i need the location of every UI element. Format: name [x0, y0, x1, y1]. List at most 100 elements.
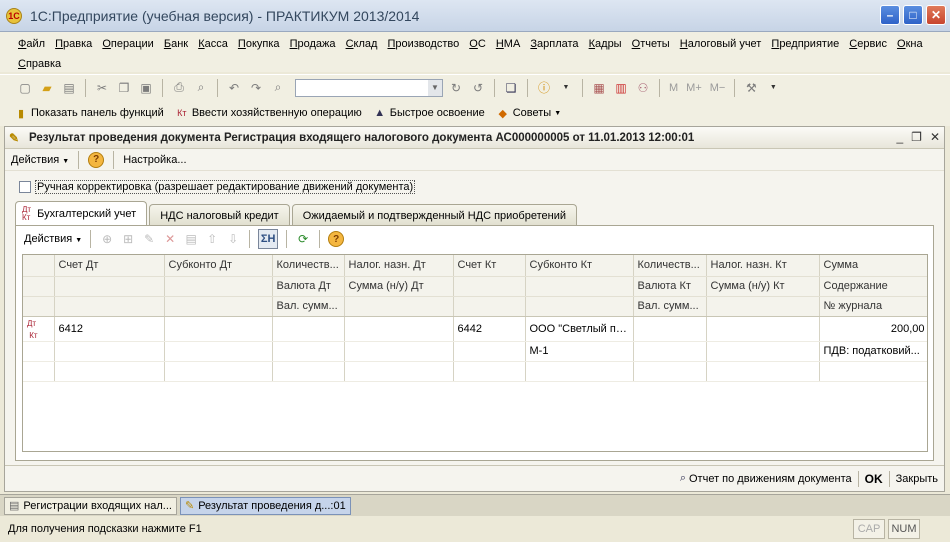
- grid-cell[interactable]: [54, 361, 165, 382]
- windows-icon[interactable]: ❏: [502, 79, 520, 97]
- menu-fixed-assets[interactable]: ОС: [469, 34, 486, 54]
- tax-amount-dt-cell[interactable]: [344, 341, 454, 362]
- menu-sales[interactable]: Продажа: [290, 34, 336, 54]
- header-cell[interactable]: Вал. сумм...: [633, 296, 707, 317]
- header-cell[interactable]: Сумма: [819, 255, 927, 277]
- table-row[interactable]: Дт Кт 6412 6442 ООО "Светлый пу... 200,0…: [23, 316, 927, 342]
- sum-toggle-button[interactable]: ΣН: [258, 229, 279, 249]
- open-folder-icon[interactable]: ▰: [38, 79, 56, 97]
- grid-cell[interactable]: [453, 341, 526, 362]
- grid-cell[interactable]: [344, 361, 454, 382]
- minimize-button[interactable]: –: [880, 5, 900, 25]
- tax-amount-kt-cell[interactable]: [706, 341, 820, 362]
- menu-intangibles[interactable]: НМА: [496, 34, 520, 54]
- amount-cell[interactable]: 200,00: [819, 316, 927, 342]
- close-window-button[interactable]: ✕: [926, 5, 946, 25]
- manual-correction-checkbox[interactable]: [19, 181, 31, 193]
- move-up-icon[interactable]: ⇧: [204, 231, 220, 247]
- grid-cell[interactable]: [164, 341, 273, 362]
- paste-icon[interactable]: ▣: [137, 79, 155, 97]
- header-cell[interactable]: Субконто Кт: [525, 255, 634, 277]
- manual-correction-label[interactable]: Ручная корректировка (разрешает редактир…: [35, 180, 416, 194]
- header-cell[interactable]: Содержание: [819, 276, 927, 297]
- end-edit-icon[interactable]: ▤: [183, 231, 199, 247]
- show-function-panel-button[interactable]: ▮ Показать панель функций: [14, 106, 164, 120]
- actions-menu[interactable]: Действия ▼: [11, 154, 69, 166]
- copy-icon[interactable]: ❐: [115, 79, 133, 97]
- header-cell[interactable]: Налог. назн. Дт: [344, 255, 454, 277]
- currency-kt-cell[interactable]: [633, 341, 707, 362]
- restore-icon[interactable]: ❐: [911, 130, 922, 144]
- header-cell[interactable]: Сумма (н/у) Дт: [344, 276, 454, 297]
- help-icon[interactable]: ?: [88, 151, 105, 168]
- find-prev-icon[interactable]: ↺: [469, 79, 487, 97]
- memory-button[interactable]: M: [669, 82, 678, 94]
- menu-cash[interactable]: Касса: [198, 34, 228, 54]
- task-registrations[interactable]: ▤ Регистрации входящих нал...: [4, 496, 177, 515]
- settings-button[interactable]: Настройка...: [123, 154, 186, 166]
- menu-production[interactable]: Производство: [387, 34, 459, 54]
- print-icon[interactable]: ⎙: [170, 79, 188, 97]
- header-cell[interactable]: Количеств...: [272, 255, 345, 277]
- subconto-kt-cell[interactable]: ООО "Светлый пу...: [525, 316, 634, 342]
- header-cell[interactable]: Вал. сумм...: [272, 296, 345, 317]
- add-icon[interactable]: ⊕: [99, 231, 115, 247]
- qty-kt-cell[interactable]: [633, 316, 707, 342]
- debit-account-cell[interactable]: 6412: [54, 316, 165, 342]
- currency-dt-cell[interactable]: [272, 341, 345, 362]
- credit-account-cell[interactable]: 6442: [453, 316, 526, 342]
- grid-cell[interactable]: [525, 361, 634, 382]
- search-icon[interactable]: ⌕: [269, 79, 287, 97]
- header-cell[interactable]: Субконто Дт: [164, 255, 273, 277]
- calendar-icon[interactable]: ▥: [612, 79, 630, 97]
- search-input[interactable]: ▼: [295, 78, 443, 97]
- tips-button[interactable]: ◆ Советы ▼: [496, 106, 561, 120]
- grid-cell[interactable]: [633, 361, 707, 382]
- close-icon[interactable]: ✕: [930, 130, 940, 144]
- header-cell[interactable]: Сумма (н/у) Кт: [706, 276, 820, 297]
- menu-reports[interactable]: Отчеты: [632, 34, 670, 54]
- menu-tax[interactable]: Налоговый учет: [680, 34, 762, 54]
- tab-expected-vat[interactable]: Ожидаемый и подтвержденный НДС приобрете…: [291, 204, 577, 226]
- menu-windows[interactable]: Окна: [897, 34, 923, 54]
- header-cell[interactable]: Счет Кт: [453, 255, 526, 277]
- menu-help[interactable]: Справка: [18, 54, 61, 74]
- header-cell[interactable]: Валюта Кт: [633, 276, 707, 297]
- quick-learning-button[interactable]: ▲ Быстрое освоение: [373, 106, 484, 120]
- print-preview-icon[interactable]: ⌕: [192, 79, 210, 97]
- refresh-icon[interactable]: ⟳: [295, 231, 311, 247]
- tax-purpose-dt-cell[interactable]: [344, 316, 454, 342]
- undo-icon[interactable]: ↶: [225, 79, 243, 97]
- menu-enterprise[interactable]: Предприятие: [771, 34, 839, 54]
- minimize-icon[interactable]: _: [896, 130, 903, 144]
- tab-accounting[interactable]: Дт Кт Бухгалтерский учет: [15, 201, 148, 226]
- memory-minus-button[interactable]: M−: [710, 82, 726, 94]
- menu-hr[interactable]: Кадры: [589, 34, 622, 54]
- journal-number-cell[interactable]: [819, 361, 927, 382]
- grid-cell[interactable]: [54, 341, 165, 362]
- menu-purchase[interactable]: Покупка: [238, 34, 280, 54]
- calculator-icon[interactable]: ▦: [590, 79, 608, 97]
- grid-cell[interactable]: [453, 361, 526, 382]
- header-cell[interactable]: № журнала: [819, 296, 927, 317]
- content-cell[interactable]: ПДВ: податковий...: [819, 341, 927, 362]
- table-row[interactable]: [23, 361, 927, 382]
- delete-icon[interactable]: ✕: [162, 231, 178, 247]
- menu-salary[interactable]: Зарплата: [530, 34, 578, 54]
- movements-report-button[interactable]: ⌕ Отчет по движениям документа: [680, 472, 852, 485]
- cut-icon[interactable]: ✂: [93, 79, 111, 97]
- grid-cell[interactable]: [706, 361, 820, 382]
- find-next-icon[interactable]: ↻: [447, 79, 465, 97]
- grid-cell[interactable]: [164, 361, 273, 382]
- menu-file[interactable]: Файл: [18, 34, 45, 54]
- chevron-down-icon[interactable]: ▼: [557, 79, 575, 97]
- menu-warehouse[interactable]: Склад: [346, 34, 378, 54]
- enter-operation-button[interactable]: Кт Ввести хозяйственную операцию: [175, 106, 362, 120]
- copy-row-icon[interactable]: ⊞: [120, 231, 136, 247]
- ok-button[interactable]: OK: [865, 472, 883, 486]
- task-posting-result[interactable]: ✎ Результат проведения д...:01: [179, 496, 351, 515]
- redo-icon[interactable]: ↷: [247, 79, 265, 97]
- tab-vat-credit[interactable]: НДС налоговый кредит: [149, 204, 290, 226]
- help-icon[interactable]: ?: [328, 231, 345, 247]
- memory-plus-button[interactable]: M+: [686, 82, 702, 94]
